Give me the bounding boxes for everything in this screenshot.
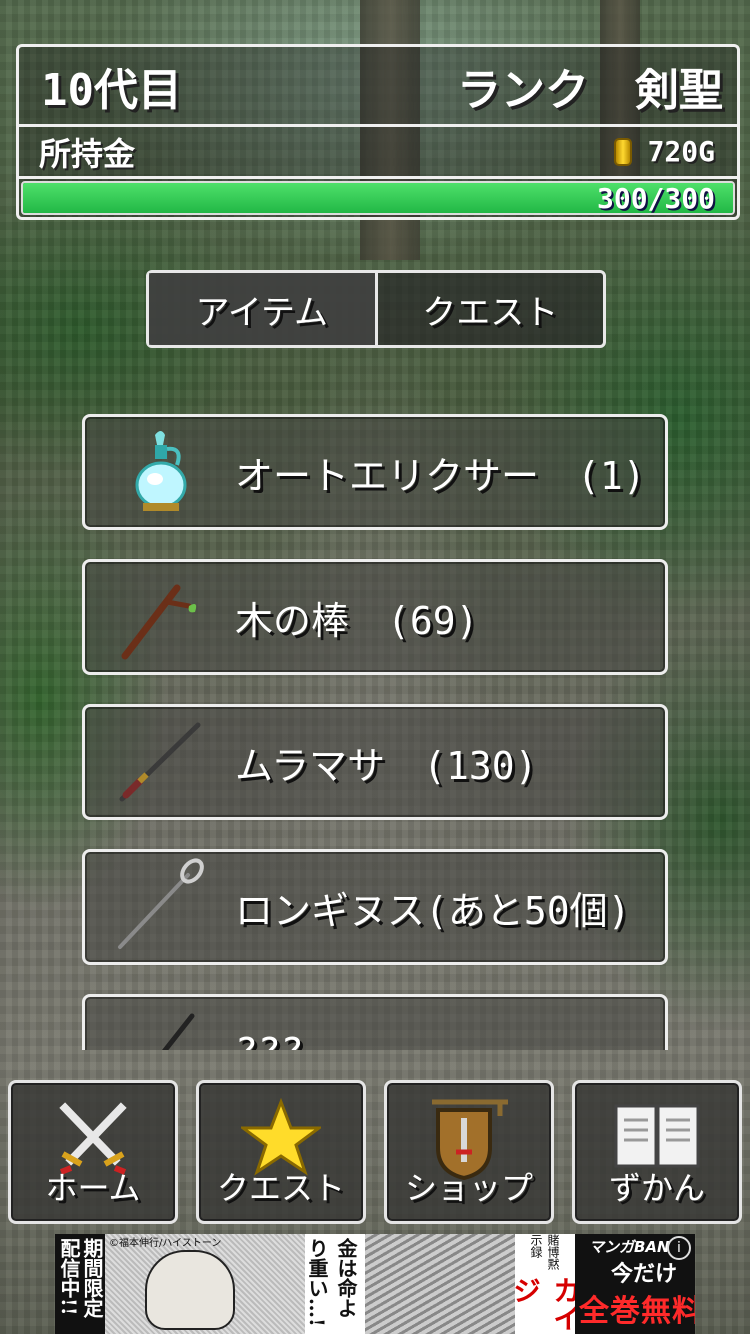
- money-display: 720G: [615, 135, 715, 168]
- ad-subtitle: 賭博黙示録: [529, 1234, 560, 1270]
- ad-artwork: [365, 1234, 515, 1334]
- nav-quest-button[interactable]: クエスト: [196, 1080, 366, 1224]
- item-row-unknown[interactable]: ???: [82, 994, 668, 1050]
- nav-home-label: ホーム: [45, 1169, 141, 1207]
- item-row-longinus[interactable]: ロンギヌス(あと50個): [82, 849, 668, 965]
- nav-shop-button[interactable]: ショップ: [384, 1080, 554, 1224]
- money-value: 720G: [647, 135, 715, 168]
- item-label: 木の棒 (69): [235, 598, 479, 643]
- ad-brand: マンガBAN: [589, 1238, 670, 1256]
- ad-character-face: [145, 1250, 235, 1330]
- spear-icon: [85, 852, 235, 962]
- status-row-money: 所持金 720G: [19, 127, 737, 179]
- ad-banner[interactable]: 期間限定配信中!! ©福本伸行/ハイストーン 金は命より重い…! 賭博黙示録 カ…: [55, 1234, 695, 1334]
- nav-home-button[interactable]: ホーム: [8, 1080, 178, 1224]
- item-label: ムラマサ (130): [235, 743, 538, 788]
- money-label: 所持金: [39, 134, 136, 173]
- ad-speech-bubble: 金は命より重い…!: [305, 1234, 365, 1334]
- item-label: オートエリクサー (1): [235, 453, 646, 498]
- ad-title-block: 賭博黙示録 カイジ: [509, 1234, 582, 1334]
- wooden-stick-icon: [85, 562, 235, 672]
- nav-shop-label: ショップ: [404, 1169, 533, 1207]
- sword-icon: [85, 997, 235, 1050]
- nav-encyclopedia-label: ずかん: [608, 1169, 705, 1207]
- elixir-bottle-icon: [85, 417, 235, 527]
- category-tabs: アイテム クエスト: [146, 270, 606, 348]
- ad-free-text: 全巻無料: [579, 1294, 695, 1329]
- hp-bar: 300/300: [21, 181, 735, 215]
- coin-icon: [615, 139, 630, 164]
- ad-manga-panel: ©福本伸行/ハイストーン: [105, 1234, 305, 1334]
- ad-credit: ©福本伸行/ハイストーン: [109, 1238, 222, 1249]
- item-label: ロンギヌス(あと50個): [235, 888, 631, 933]
- hp-text: 300/300: [596, 181, 715, 215]
- tab-items[interactable]: アイテム: [149, 273, 375, 345]
- rank-value: 剣聖: [635, 64, 723, 116]
- nav-encyclopedia-button[interactable]: ずかん: [572, 1080, 742, 1224]
- ad-promo: マンガBAN i 今だけ 全巻無料: [575, 1234, 695, 1334]
- generation-label: 10代目: [41, 64, 182, 116]
- item-list[interactable]: オートエリクサー (1) 木の棒 (69) ムラマサ (130) ロンギヌス(あ…: [80, 414, 670, 1050]
- katana-icon: [85, 707, 235, 817]
- bottom-nav: ホーム クエスト ショップ ずかん: [8, 1080, 742, 1226]
- item-row-muramasa[interactable]: ムラマサ (130): [82, 704, 668, 820]
- rank-label: ランク: [457, 64, 589, 116]
- status-row-generation: 10代目 ランク 剣聖: [19, 47, 737, 127]
- tab-quests[interactable]: クエスト: [374, 273, 604, 345]
- rank-group: ランク 剣聖: [457, 54, 723, 118]
- item-label: ???: [235, 1030, 304, 1050]
- status-panel: 10代目 ランク 剣聖 所持金 720G 300/300: [16, 44, 740, 220]
- ad-now-text: 今だけ: [611, 1262, 678, 1287]
- item-row-wooden-stick[interactable]: 木の棒 (69): [82, 559, 668, 675]
- nav-quest-label: クエスト: [216, 1169, 345, 1207]
- ad-title: カイジ: [509, 1275, 582, 1332]
- ad-period-text: 期間限定配信中!!: [55, 1234, 105, 1334]
- item-row-auto-elixir[interactable]: オートエリクサー (1): [82, 414, 668, 530]
